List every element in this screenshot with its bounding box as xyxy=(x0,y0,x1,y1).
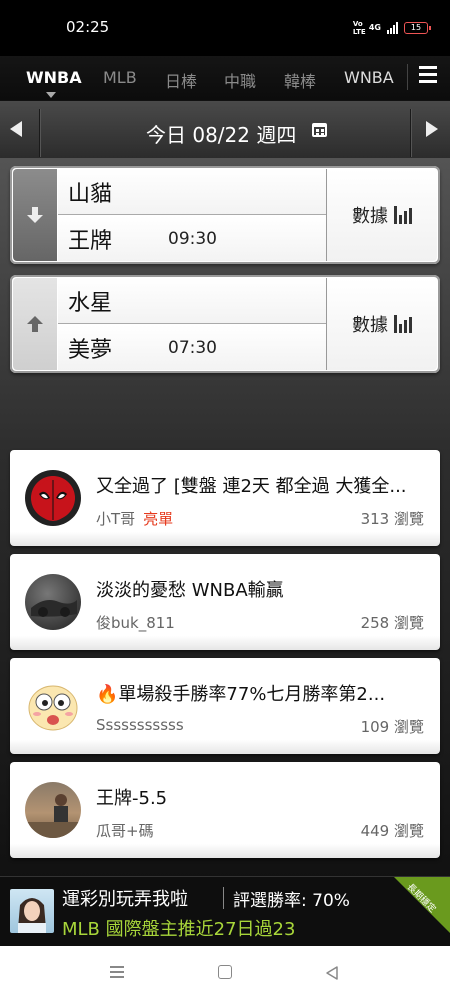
network-type: 4G xyxy=(368,23,381,32)
ad-avatar xyxy=(10,889,54,933)
home-icon[interactable] xyxy=(218,965,232,979)
author-name: 瓜哥+碼 xyxy=(96,822,154,840)
prev-day-icon[interactable] xyxy=(10,121,22,137)
post-badge: 亮單 xyxy=(143,510,174,528)
battery-icon: 15 xyxy=(404,22,431,34)
avatar xyxy=(25,782,81,838)
date-separator-right xyxy=(410,109,411,157)
avatar xyxy=(25,574,81,630)
stats-button[interactable]: 數據 xyxy=(326,278,437,370)
post-title: 王牌-5.5 xyxy=(96,788,168,809)
tab-wnba[interactable]: WNBA xyxy=(26,68,82,87)
stats-label: 數據 xyxy=(352,315,388,336)
nav-divider xyxy=(407,64,408,90)
post-item[interactable]: 🔥單場殺手勝率77%七月勝率第2... Sssssssssss 109 瀏覽 xyxy=(10,658,440,754)
post-title: 又全過了 [雙盤 連2天 都全過 大獲全... xyxy=(96,476,407,497)
avatar xyxy=(25,470,81,526)
ad-title: 運彩別玩弄我啦 xyxy=(62,889,188,910)
date-bar: 今日 08/22 週四 xyxy=(0,100,450,158)
post-author: Sssssssssss xyxy=(96,716,184,734)
date-text[interactable]: 今日 08/22 週四 xyxy=(146,119,296,148)
status-time: 02:25 xyxy=(66,18,110,36)
game-card[interactable]: 山貓 王牌 09:30 數據 xyxy=(10,166,440,264)
post-item[interactable]: 王牌-5.5 瓜哥+碼 449 瀏覽 xyxy=(10,762,440,858)
calendar-icon[interactable] xyxy=(312,123,327,137)
bar-chart-icon xyxy=(394,206,412,224)
game-card[interactable]: 水星 美夢 07:30 數據 xyxy=(10,275,440,373)
post-author: 小T哥 亮單 xyxy=(96,508,173,529)
stats-label: 數據 xyxy=(352,206,388,227)
tab-kbo[interactable]: 韓棒 xyxy=(284,68,316,92)
author-name: 小T哥 xyxy=(96,510,136,528)
post-views: 449 瀏覽 xyxy=(360,822,424,840)
away-team-row: 水星 xyxy=(58,278,326,324)
avatar xyxy=(25,678,81,734)
tab-wnba-2[interactable]: WNBA xyxy=(344,68,394,87)
post-author: 瓜哥+碼 xyxy=(96,820,154,841)
tab-cpbl[interactable]: 中職 xyxy=(224,68,256,92)
menu-icon[interactable] xyxy=(419,66,437,84)
date-separator-left xyxy=(39,109,40,157)
post-item[interactable]: 淡淡的憂愁 WNBA輸贏 俊buk_811 258 瀏覽 xyxy=(10,554,440,650)
active-tab-indicator xyxy=(46,92,56,98)
signal-icon xyxy=(387,22,398,34)
recent-apps-icon[interactable] xyxy=(110,966,124,978)
post-title: 淡淡的憂愁 WNBA輸贏 xyxy=(96,580,284,601)
home-team-name: 美夢 xyxy=(68,337,113,363)
system-nav-bar xyxy=(0,946,450,1000)
away-team-row: 山貓 xyxy=(58,169,326,215)
game-time: 07:30 xyxy=(168,337,217,358)
post-views: 109 瀏覽 xyxy=(360,718,424,736)
next-day-icon[interactable] xyxy=(426,121,438,137)
expand-toggle[interactable] xyxy=(13,169,57,261)
home-team-row: 王牌 09:30 xyxy=(58,216,326,261)
league-tabs: WNBA MLB 日棒 中職 韓棒 WNBA xyxy=(0,56,450,100)
ad-subtitle: MLB 國際盤主推近27日過23 xyxy=(62,919,296,940)
status-icons: Vo LTE 4G 15 xyxy=(352,20,431,36)
author-name: Sssssssssss xyxy=(96,716,184,734)
volte-icon: Vo LTE xyxy=(352,20,366,36)
ad-banner[interactable]: 運彩別玩弄我啦 評選勝率: 70% MLB 國際盤主推近27日過23 長期穩定 xyxy=(0,876,450,946)
back-icon[interactable] xyxy=(324,965,340,981)
post-item[interactable]: 又全過了 [雙盤 連2天 都全過 大獲全... 小T哥 亮單 313 瀏覽 xyxy=(10,450,440,546)
post-title: 🔥單場殺手勝率77%七月勝率第2... xyxy=(96,684,386,705)
tab-mlb[interactable]: MLB xyxy=(103,68,137,87)
posts-list: 又全過了 [雙盤 連2天 都全過 大獲全... 小T哥 亮單 313 瀏覽 淡淡的… xyxy=(0,440,450,880)
home-team-name: 王牌 xyxy=(68,228,113,254)
post-author: 俊buk_811 xyxy=(96,612,175,633)
stats-button[interactable]: 數據 xyxy=(326,169,437,261)
post-views: 313 瀏覽 xyxy=(360,510,424,528)
ad-divider xyxy=(223,887,224,909)
post-views: 258 瀏覽 xyxy=(360,614,424,632)
tab-npb[interactable]: 日棒 xyxy=(165,68,197,92)
ad-win-rate: 評選勝率: 70% xyxy=(233,891,350,911)
status-bar: 02:25 Vo LTE 4G 15 xyxy=(0,0,450,56)
home-team-row: 美夢 07:30 xyxy=(58,325,326,370)
expand-toggle[interactable] xyxy=(13,278,57,370)
away-team-name: 水星 xyxy=(68,290,113,316)
arrow-down-icon xyxy=(27,207,43,223)
author-name: 俊buk_811 xyxy=(96,614,175,632)
game-time: 09:30 xyxy=(168,228,217,249)
away-team-name: 山貓 xyxy=(68,181,113,207)
arrow-up-icon xyxy=(27,316,43,332)
bar-chart-icon xyxy=(394,315,412,333)
